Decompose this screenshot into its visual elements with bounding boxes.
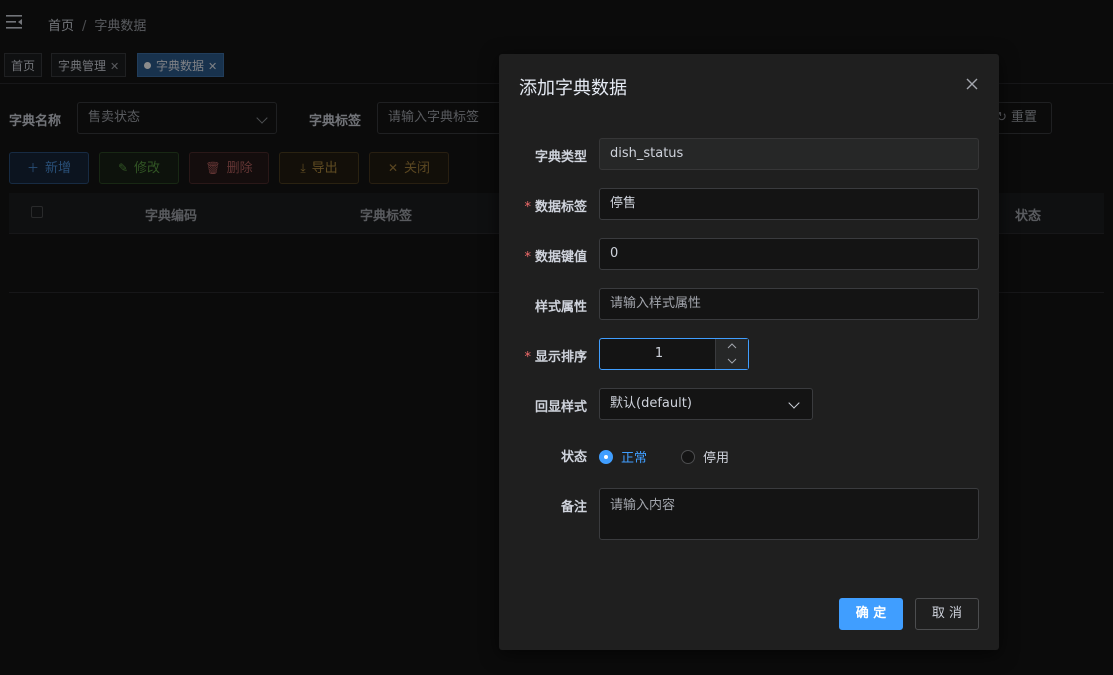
remark-placeholder: 请输入内容	[610, 498, 676, 513]
decrease-button[interactable]	[715, 354, 748, 369]
dict-type-label: 字典类型	[534, 150, 587, 165]
chevron-down-icon	[788, 397, 800, 409]
cancel-button[interactable]: 取 消	[915, 598, 979, 630]
row-data-value: * 数据键值 0	[499, 238, 999, 272]
status-radio-normal[interactable]: 正常	[599, 447, 647, 466]
echo-style-select[interactable]: 默认(default)	[599, 388, 813, 420]
radio-unchecked-icon	[681, 450, 695, 464]
required-mark: *	[524, 200, 531, 215]
data-value-value: 0	[610, 246, 619, 261]
row-dict-type: 字典类型 dish_status	[499, 138, 999, 172]
data-value-text: 数据键值	[534, 250, 587, 265]
remark-textarea[interactable]: 请输入内容	[599, 488, 979, 540]
radio-checked-icon	[599, 450, 613, 464]
echo-style-value: 默认(default)	[610, 396, 692, 411]
data-label-input[interactable]: 停售	[599, 188, 979, 220]
css-class-input[interactable]: 请输入样式属性	[599, 288, 979, 320]
data-value-input[interactable]: 0	[599, 238, 979, 270]
sort-text: 显示排序	[534, 350, 587, 365]
data-value-label: * 数据键值	[524, 246, 587, 265]
css-label: 样式属性	[534, 300, 587, 315]
data-label-value: 停售	[610, 196, 637, 211]
add-dict-data-dialog: 添加字典数据 字典类型 dish_status * 数据标签 停售 * 数据键值 0…	[499, 54, 999, 650]
row-data-label: * 数据标签 停售	[499, 188, 999, 222]
data-label-text: 数据标签	[534, 200, 587, 215]
confirm-button[interactable]: 确 定	[839, 598, 903, 630]
dict-type-value: dish_status	[610, 146, 684, 161]
echo-label: 回显样式	[534, 400, 587, 415]
row-remark: 备注 请输入内容	[499, 488, 999, 540]
sort-stepper[interactable]: 1	[599, 338, 749, 370]
sort-value[interactable]: 1	[600, 339, 718, 369]
data-label-label: * 数据标签	[524, 196, 587, 215]
increase-button[interactable]	[715, 339, 748, 355]
row-css-class: 样式属性 请输入样式属性	[499, 288, 999, 322]
css-placeholder: 请输入样式属性	[610, 296, 702, 311]
dialog-title: 添加字典数据	[519, 78, 627, 99]
status-option-label: 正常	[621, 451, 648, 466]
row-sort: * 显示排序 1	[499, 338, 999, 372]
dialog-close-icon[interactable]	[964, 76, 980, 92]
status-radio-disabled[interactable]: 停用	[681, 447, 729, 466]
remark-label: 备注	[560, 500, 587, 515]
dict-type-field: dish_status	[599, 138, 979, 170]
required-mark: *	[524, 250, 531, 265]
status-label: 状态	[560, 450, 587, 465]
row-echo-style: 回显样式 默认(default)	[499, 388, 999, 422]
required-mark: *	[524, 350, 531, 365]
row-status: 状态 正常 停用	[499, 438, 999, 472]
status-option-label: 停用	[703, 451, 730, 466]
sort-label: * 显示排序	[524, 346, 587, 365]
